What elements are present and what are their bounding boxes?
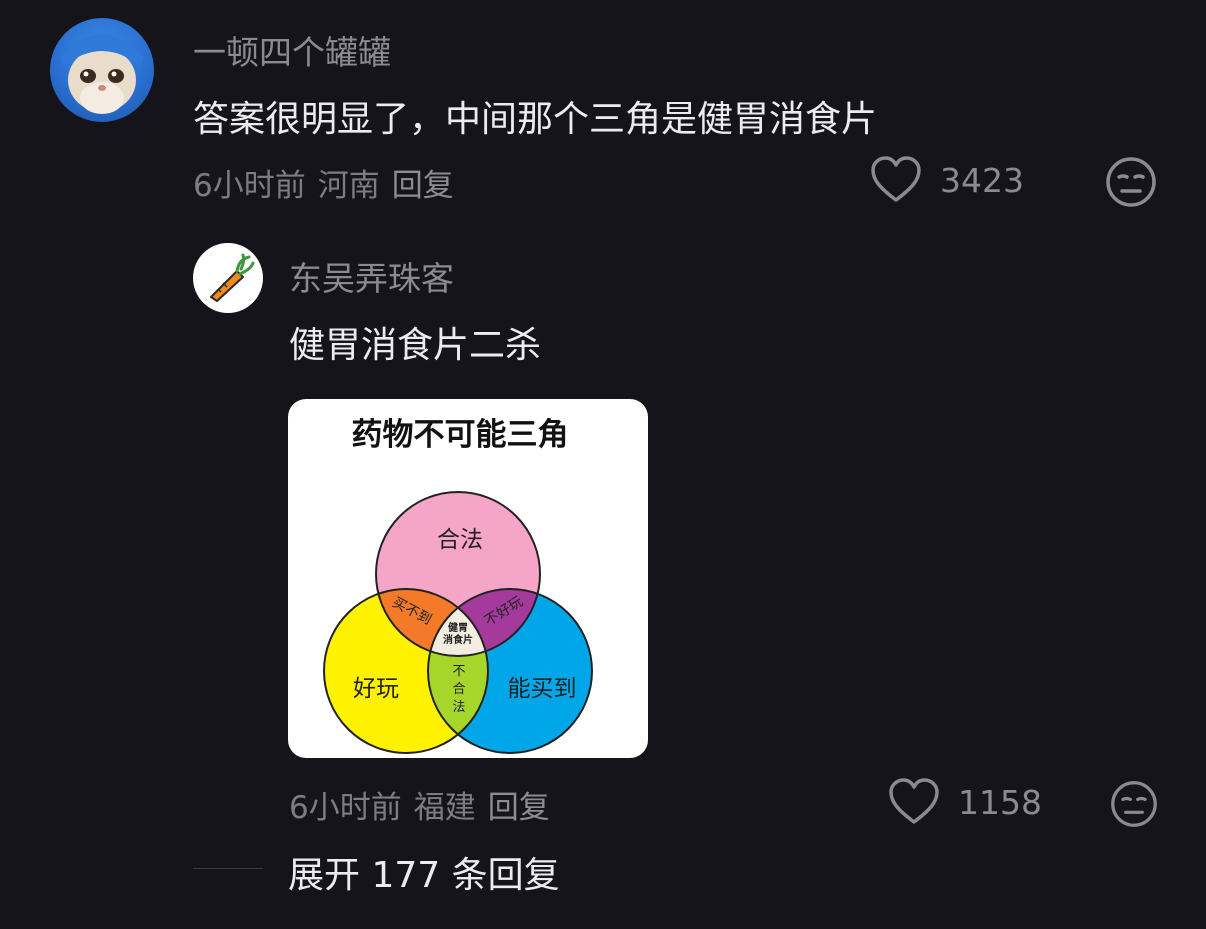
venn-diagram: 药物不可能三角 合法 好玩 能买到 买不到 不好玩 不 合 法 健胃 消食片	[323, 417, 593, 754]
comment-image[interactable]: 药物不可能三角 合法 好玩 能买到 买不到 不好玩 不 合 法 健胃 消食片	[288, 399, 648, 758]
like-button[interactable]: 3423	[870, 156, 1024, 204]
expand-replies-button[interactable]: 展开 177 条回复	[288, 846, 560, 898]
like-count: 1158	[958, 782, 1042, 822]
like-count: 3423	[940, 160, 1024, 200]
heart-icon	[871, 156, 921, 202]
comment-text: 健胃消食片二杀	[289, 325, 542, 366]
comment-text: 答案很明显了，中间那个三角是健胃消食片	[193, 99, 878, 140]
venn-label-bottom-1: 不	[452, 663, 465, 678]
dislike-button[interactable]	[1105, 156, 1157, 212]
divider-line	[193, 868, 263, 869]
reply-button[interactable]: 回复	[488, 790, 550, 826]
unamused-face-icon	[1111, 781, 1157, 827]
comment-meta: 6小时前 河南 回复	[193, 160, 466, 205]
venn-label-center-2: 消食片	[443, 633, 473, 646]
venn-label-left: 好玩	[353, 675, 399, 701]
venn-label-right: 能买到	[508, 675, 577, 701]
comment-location: 河南	[317, 168, 380, 204]
image-title: 药物不可能三角	[352, 417, 569, 452]
venn-label-bottom-3: 法	[452, 699, 465, 714]
comment-username[interactable]: 一顿四个罐罐	[193, 26, 391, 74]
comment-username[interactable]: 东吴弄珠客	[289, 252, 454, 300]
venn-label-bottom-2: 合	[452, 681, 465, 696]
venn-label-center-1: 健胃	[448, 621, 468, 634]
user-avatar[interactable]	[50, 18, 154, 122]
cat-in-blue-hood-icon	[60, 34, 144, 114]
comment-time: 6小时前	[289, 790, 402, 826]
carrot-icon	[210, 253, 255, 302]
user-avatar[interactable]	[193, 243, 263, 313]
venn-label-top: 合法	[437, 526, 483, 552]
comment-time: 6小时前	[193, 168, 306, 204]
comment-meta: 6小时前 福建 回复	[289, 782, 562, 827]
unamused-face-icon	[1106, 157, 1156, 207]
dislike-button[interactable]	[1110, 780, 1158, 832]
comment-location: 福建	[413, 790, 476, 826]
heart-icon	[889, 778, 939, 824]
like-button[interactable]: 1158	[888, 778, 1042, 826]
reply-button[interactable]: 回复	[392, 168, 454, 204]
